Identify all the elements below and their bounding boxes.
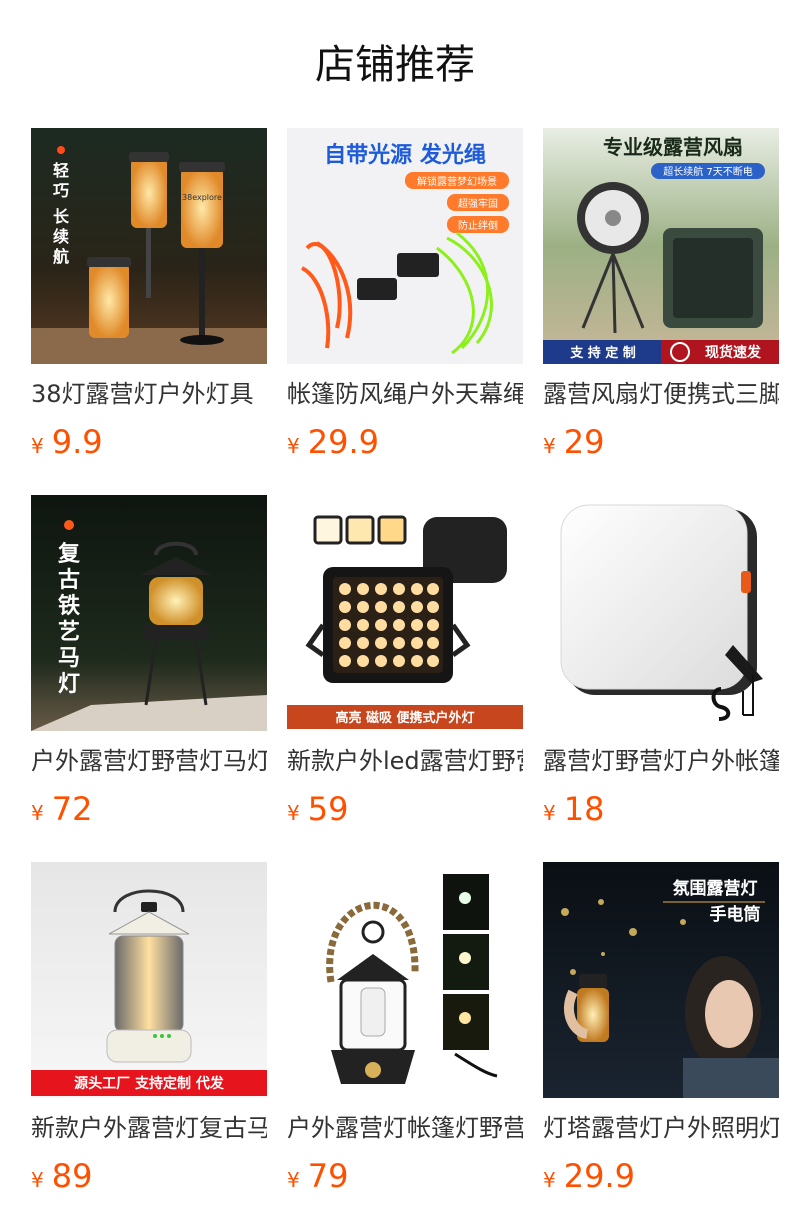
image-caption-vertical: 艺	[58, 619, 80, 645]
product-price: 89	[51, 1157, 93, 1195]
image-caption-vertical: 巧	[53, 181, 69, 200]
product-name[interactable]: 38灯露营灯户外灯具	[31, 378, 267, 412]
product-card[interactable]: 专业级露营风扇 超长续航 7天不断电 支 持 定 制 现货速发 露营风扇灯便携式…	[543, 128, 779, 495]
led-panel-light-image[interactable]: 高亮 磁吸 便携式户外灯	[287, 495, 523, 731]
retro-lantern-image[interactable]: 复 古 铁 艺 马 灯	[31, 495, 267, 731]
product-name[interactable]: 露营风扇灯便携式三脚架	[543, 378, 779, 412]
image-caption-vertical: 航	[53, 247, 69, 266]
image-caption-vertical: 复	[57, 541, 81, 567]
image-caption-vertical: 古	[58, 567, 80, 593]
price-row: ¥ 89	[31, 1156, 267, 1196]
currency-symbol: ¥	[543, 801, 556, 825]
product-name[interactable]: 灯塔露营灯户外照明灯	[543, 1112, 779, 1146]
image-caption-vertical: 轻	[53, 161, 69, 180]
currency-symbol: ¥	[287, 801, 300, 825]
square-lamp-image[interactable]	[543, 495, 779, 731]
product-price: 29.9	[563, 1157, 635, 1195]
image-badge: 超长续航 7天不断电	[663, 165, 753, 178]
price-row: ¥ 29	[543, 422, 779, 462]
image-headline: 专业级露营风扇	[603, 135, 743, 159]
image-caption-vertical: 灯	[58, 672, 80, 697]
vintage-lantern-image[interactable]: 源头工厂 支持定制 代发	[31, 862, 267, 1098]
product-card[interactable]: 露营灯野营灯户外帐篷灯 ¥ 18	[543, 495, 779, 862]
product-card[interactable]: 氛围露营灯 手电筒 灯塔露营灯户外照明灯 ¥ 29.9	[543, 862, 779, 1229]
product-name[interactable]: 户外露营灯野营灯马灯	[31, 745, 267, 779]
currency-symbol: ¥	[31, 1168, 44, 1192]
price-row: ¥ 79	[287, 1156, 523, 1196]
product-grid: 轻 巧 长 续 航 38explore 38灯露营灯户外灯具 ¥ 9.9 自带光…	[31, 128, 779, 1229]
price-row: ¥ 72	[31, 789, 267, 829]
price-row: ¥ 18	[543, 789, 779, 829]
image-headline: 自带光源 发光绳	[324, 142, 486, 168]
product-price: 72	[51, 790, 93, 828]
product-card[interactable]: 轻 巧 长 续 航 38explore 38灯露营灯户外灯具 ¥ 9.9	[31, 128, 267, 495]
price-row: ¥ 59	[287, 789, 523, 829]
page-title: 店铺推荐	[315, 42, 475, 88]
product-price: 59	[307, 790, 349, 828]
tower-light-image[interactable]: 氛围露营灯 手电筒	[543, 862, 779, 1098]
product-name[interactable]: 户外露营灯帐篷灯野营灯	[287, 1112, 523, 1146]
product-price: 29	[563, 423, 605, 461]
currency-symbol: ¥	[287, 434, 300, 458]
product-name[interactable]: 新款户外led露营灯野营灯	[287, 745, 523, 779]
image-badge: 解锁露营梦幻场景	[417, 175, 497, 188]
image-caption-vertical: 长	[53, 207, 70, 226]
lantern-image[interactable]: 轻 巧 长 续 航 38explore	[31, 128, 267, 364]
image-footer-right: 现货速发	[705, 344, 762, 361]
product-price: 18	[563, 790, 605, 828]
product-card[interactable]: 户外露营灯帐篷灯野营灯 ¥ 79	[287, 862, 523, 1229]
image-caption-vertical: 马	[58, 646, 80, 671]
currency-symbol: ¥	[31, 434, 44, 458]
product-name[interactable]: 露营灯野营灯户外帐篷灯	[543, 745, 779, 779]
product-card[interactable]: 自带光源 发光绳 解锁露营梦幻场景 超强牢固 防止绊倒 帐篷防风绳户外天幕绳 ¥…	[287, 128, 523, 495]
image-footer: 源头工厂 支持定制 代发	[74, 1075, 225, 1092]
product-price: 9.9	[51, 423, 103, 461]
image-badge: 防止绊倒	[458, 219, 498, 232]
product-name[interactable]: 新款户外露营灯复古马灯	[31, 1112, 267, 1146]
currency-symbol: ¥	[31, 801, 44, 825]
image-footer-left: 支 持 定 制	[569, 345, 636, 361]
price-row: ¥ 9.9	[31, 422, 267, 462]
image-headline: 氛围露营灯	[673, 878, 758, 899]
product-card[interactable]: 源头工厂 支持定制 代发 新款户外露营灯复古马灯 ¥ 89	[31, 862, 267, 1229]
image-caption-vertical: 铁	[58, 593, 80, 619]
product-price: 29.9	[307, 423, 379, 461]
camping-fan-image[interactable]: 专业级露营风扇 超长续航 7天不断电 支 持 定 制 现货速发	[543, 128, 779, 364]
product-name[interactable]: 帐篷防风绳户外天幕绳	[287, 378, 523, 412]
product-price: 79	[307, 1157, 349, 1195]
currency-symbol: ¥	[543, 1168, 556, 1192]
rope-lantern-image[interactable]	[287, 862, 523, 1098]
image-subheadline: 手电筒	[710, 904, 761, 925]
image-badge: 超强牢固	[458, 197, 498, 210]
image-footer: 高亮 磁吸 便携式户外灯	[335, 710, 474, 726]
price-row: ¥ 29.9	[543, 1156, 779, 1196]
glow-rope-image[interactable]: 自带光源 发光绳 解锁露营梦幻场景 超强牢固 防止绊倒	[287, 128, 523, 364]
product-card[interactable]: 复 古 铁 艺 马 灯 户外露营灯野营灯马灯 ¥ 72	[31, 495, 267, 862]
lantern-brand-label: 38explore	[182, 193, 222, 202]
price-row: ¥ 29.9	[287, 422, 523, 462]
image-caption-vertical: 续	[53, 227, 69, 246]
currency-symbol: ¥	[287, 1168, 300, 1192]
currency-symbol: ¥	[543, 434, 556, 458]
product-card[interactable]: 高亮 磁吸 便携式户外灯 新款户外led露营灯野营灯 ¥ 59	[287, 495, 523, 862]
